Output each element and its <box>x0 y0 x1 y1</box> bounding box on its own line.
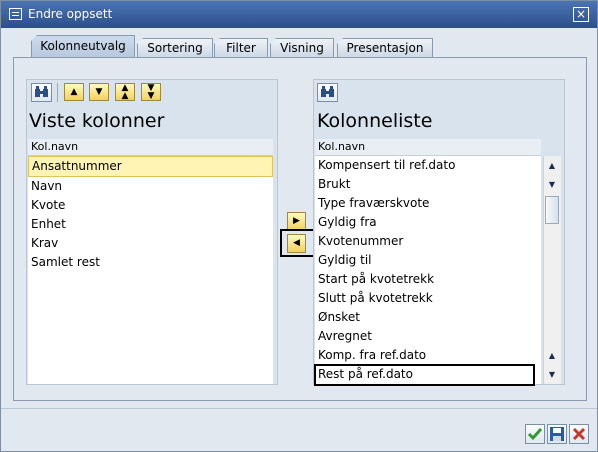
list-item[interactable]: Kvotenummer <box>315 232 541 251</box>
move-up-button[interactable]: ▲ <box>64 83 84 101</box>
list-item[interactable]: Komp. fra ref.dato <box>315 346 541 365</box>
list-item[interactable]: Avregnet <box>315 327 541 346</box>
list-item[interactable]: Samlet rest <box>28 253 273 272</box>
scroll-up-button[interactable]: ▲ <box>544 157 560 174</box>
save-icon <box>550 427 564 441</box>
column-header-right[interactable]: Kol.navn <box>315 139 541 156</box>
list-item[interactable]: Ønsket <box>315 308 541 327</box>
tab-visning[interactable]: Visning <box>270 38 334 58</box>
scroll-down-icon: ▼ <box>548 370 556 379</box>
list-item[interactable]: Kvote <box>28 196 273 215</box>
move-down-button[interactable]: ▼ <box>89 83 109 101</box>
list-item[interactable]: Type fraværskvote <box>315 194 541 213</box>
tab-filter[interactable]: Filter <box>214 38 268 58</box>
find-button-right[interactable] <box>317 83 338 102</box>
move-top-button[interactable]: ▲ ▲ <box>115 83 135 101</box>
rest-row-highlight <box>314 364 535 386</box>
list-item[interactable]: Krav <box>28 234 273 253</box>
list-item[interactable]: Navn <box>28 177 273 196</box>
remove-button-highlight <box>280 229 316 257</box>
move-bottom-icon: ▼ ▼ <box>147 83 155 101</box>
move-down-icon: ▼ <box>95 87 103 97</box>
title-bar: Endre oppsett <box>1 1 597 28</box>
list-item[interactable]: Enhet <box>28 215 273 234</box>
find-icon <box>35 86 48 97</box>
list-item[interactable]: Start på kvotetrekk <box>315 270 541 289</box>
move-top-icon: ▲ ▲ <box>121 83 129 101</box>
footer-divider <box>1 408 597 409</box>
displayed-columns-heading: Viste kolonner <box>29 110 165 132</box>
list-item[interactable]: Gyldig til <box>315 251 541 270</box>
list-item[interactable]: Kompensert til ref.dato <box>315 156 541 175</box>
list-item[interactable]: Ansattnummer <box>28 156 273 177</box>
list-item[interactable]: Slutt på kvotetrekk <box>315 289 541 308</box>
find-icon <box>321 86 334 97</box>
scroll-up-icon: ▲ <box>548 351 556 360</box>
column-list[interactable]: Kol.navn Kompensert til ref.dato Brukt Typ… <box>315 139 541 384</box>
save-button[interactable] <box>547 424 567 444</box>
move-up-icon: ▲ <box>70 87 78 97</box>
window-icon <box>9 8 22 20</box>
change-layout-dialog: Endre oppsett × Kolonneutvalg Sortering … <box>0 0 598 452</box>
toolbar-divider <box>57 83 58 102</box>
close-button[interactable]: × <box>573 7 589 22</box>
scroll-down-button[interactable]: ▼ <box>544 176 560 193</box>
column-header[interactable]: Kol.navn <box>28 139 273 156</box>
displayed-columns-list[interactable]: Kol.navn Ansattnummer Navn Kvote Enhet Krav S… <box>28 139 273 384</box>
cancel-icon <box>572 427 586 441</box>
list-item[interactable]: Brukt <box>315 175 541 194</box>
scroll-thumb[interactable] <box>545 196 559 224</box>
find-button[interactable] <box>31 83 52 102</box>
arrow-right-icon: ▶ <box>293 216 300 226</box>
column-list-heading: Kolonneliste <box>317 110 433 132</box>
list-item[interactable]: Gyldig fra <box>315 213 541 232</box>
confirm-check-icon <box>527 428 543 441</box>
tab-presentasjon[interactable]: Presentasjon <box>337 38 433 58</box>
scroll-down-bottom-button[interactable]: ▼ <box>544 366 560 383</box>
cancel-button[interactable] <box>569 424 589 444</box>
scroll-up-icon: ▲ <box>548 161 556 170</box>
move-bottom-button[interactable]: ▼ ▼ <box>141 83 161 101</box>
confirm-button[interactable] <box>525 424 545 444</box>
window-title: Endre oppsett <box>28 7 113 21</box>
tab-sortering[interactable]: Sortering <box>137 38 213 58</box>
scroll-down-icon: ▼ <box>548 180 556 189</box>
scroll-up-bottom-button[interactable]: ▲ <box>544 347 560 364</box>
tab-kolonneutvalg[interactable]: Kolonneutvalg <box>31 35 135 58</box>
